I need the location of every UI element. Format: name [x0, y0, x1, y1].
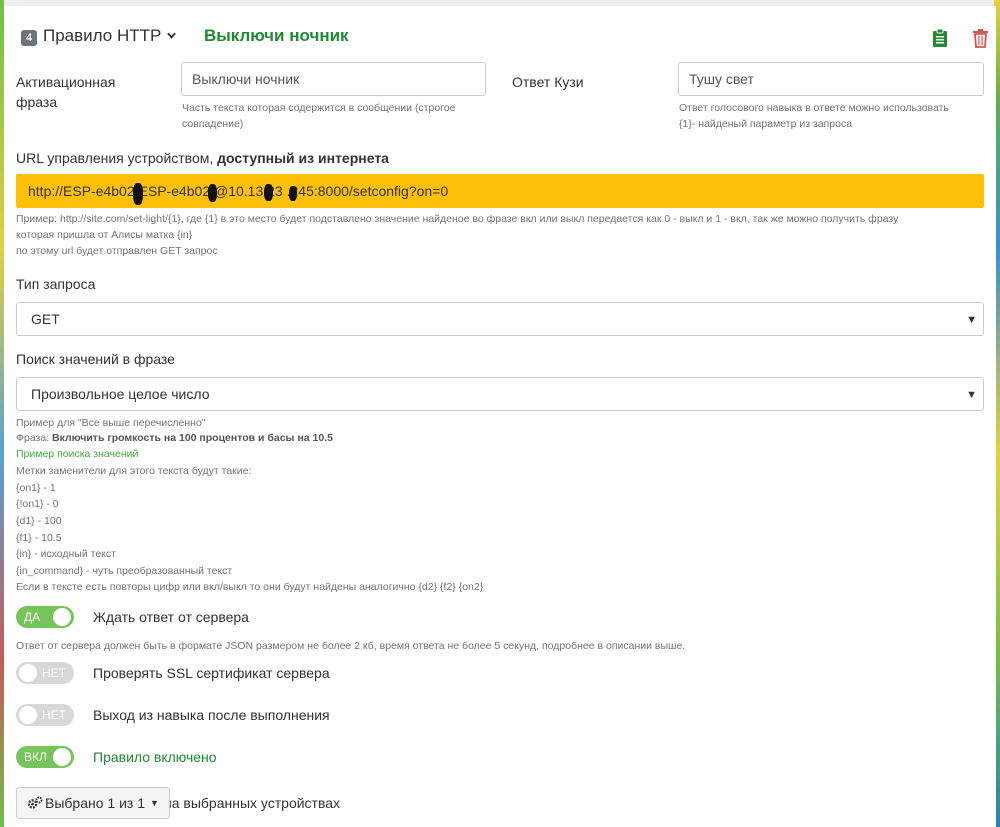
wait-response-label: Ждать ответ от сервера	[93, 609, 249, 625]
search-marker-item: {in_command} - чуть преобразованный текс…	[16, 565, 233, 577]
search-marker-item: {!on1} - 0	[16, 498, 59, 510]
rule-panel: 4 Правило HTTP Выключи ночник Активацион…	[4, 6, 996, 827]
device-select-label: Выбрано 1 из 1	[45, 795, 145, 811]
url-input-value: http://ESP-e4b02 ESP-e4b02 @10.13 23 .24…	[28, 183, 449, 199]
wait-response-help: Ответ от сервера должен быть в формате J…	[16, 640, 686, 652]
search-marker-item: {on1} - 1	[16, 482, 56, 494]
search-example-link[interactable]: Пример поиска значений	[16, 446, 138, 462]
search-example-phrase-prefix: Фраза:	[16, 432, 53, 444]
redaction-mark	[289, 186, 297, 201]
redaction-mark	[133, 183, 143, 205]
toggle-knob	[19, 664, 37, 682]
toggle-state-text: НЕТ	[42, 708, 66, 722]
response-label: Ответ Кузи	[512, 74, 584, 90]
chevron-down-icon[interactable]	[167, 31, 176, 40]
rule-enabled-label: Правило включено	[93, 749, 217, 765]
gear-icon	[27, 796, 43, 809]
url-help-line3: по этому url будет отправлен GET запрос	[16, 245, 218, 257]
trash-icon[interactable]	[972, 28, 989, 48]
caret-down-icon: ▼	[150, 798, 159, 808]
exit-skill-toggle[interactable]: НЕТ	[16, 704, 74, 726]
value-search-select[interactable]: Произвольное целое число ▼	[16, 377, 984, 411]
device-select-button[interactable]: Выбрано 1 из 1 ▼	[16, 787, 170, 819]
caret-down-icon: ▼	[966, 314, 977, 326]
rule-type-title[interactable]: Правило HTTP	[43, 26, 161, 46]
url-label: URL управления устройством, доступный из…	[16, 148, 389, 168]
activation-phrase-help: Часть текста которая содержится в сообще…	[182, 102, 456, 130]
response-help-line1: Ответ голосового навыка в ответе можно и…	[679, 102, 949, 114]
toggle-knob	[53, 748, 71, 766]
activation-phrase-input[interactable]: Выключи ночник	[181, 62, 486, 96]
activation-phrase-label: Активационная фраза	[16, 74, 116, 110]
search-markers-title: Метки заменители для этого текста будут …	[16, 465, 252, 477]
rule-number-badge: 4	[21, 30, 37, 46]
wait-response-toggle[interactable]: ДА	[16, 606, 74, 628]
rule-name-heading: Выключи ночник	[204, 26, 349, 45]
search-marker-item: {in} - исходный текст	[16, 548, 116, 560]
check-ssl-toggle[interactable]: НЕТ	[16, 662, 74, 684]
response-help-line2: {1}- найденый параметр из запроса	[679, 118, 853, 130]
redaction-mark	[264, 184, 273, 201]
search-marker-item: {d1} - 100	[16, 515, 62, 527]
rule-enabled-toggle[interactable]: ВКЛ	[16, 746, 74, 768]
search-example-phrase-bold: Включить громкость на 100 процентов и ба…	[52, 432, 333, 444]
toggle-knob	[19, 706, 37, 724]
url-help-line2: которая пришла от Алисы матка {in}	[16, 229, 193, 241]
check-ssl-label: Проверять SSL сертификат сервера	[93, 665, 330, 681]
search-example-title: Пример для "Все выше перечисленно"	[16, 417, 206, 429]
exit-skill-label: Выход из навыка после выполнения	[93, 707, 330, 723]
search-repeat-note: Если в тексте есть повторы цифр или вкл/…	[16, 581, 484, 593]
value-search-label: Поиск значений в фразе	[16, 351, 175, 367]
toggle-state-text: НЕТ	[42, 666, 66, 680]
search-marker-item: {f1} - 10.5	[16, 532, 62, 544]
request-type-select[interactable]: GET ▼	[16, 302, 984, 336]
toggle-state-text: ВКЛ	[24, 750, 47, 764]
url-label-emphasis: доступный из интернета	[217, 150, 389, 166]
url-label-text: URL управления устройством,	[16, 150, 218, 166]
search-example-phrase: Фраза: Включить громкость на 100 процент…	[16, 430, 333, 446]
toggle-state-text: ДА	[24, 610, 41, 624]
request-type-label: Тип запроса	[16, 276, 96, 292]
response-input[interactable]: Тушу свет	[678, 62, 984, 96]
caret-down-icon: ▼	[966, 389, 977, 401]
request-type-value: GET	[31, 311, 60, 327]
redaction-mark	[208, 184, 217, 202]
url-help-line1: Пример: http://site.com/set-light/{1}, г…	[16, 213, 899, 225]
url-input[interactable]: http://ESP-e4b02 ESP-e4b02 @10.13 23 .24…	[16, 174, 984, 208]
toggle-knob	[53, 608, 71, 626]
clipboard-icon[interactable]	[932, 28, 948, 48]
devices-trailing-text: на выбранных устройствах	[164, 795, 341, 811]
value-search-value: Произвольное целое число	[31, 386, 210, 402]
